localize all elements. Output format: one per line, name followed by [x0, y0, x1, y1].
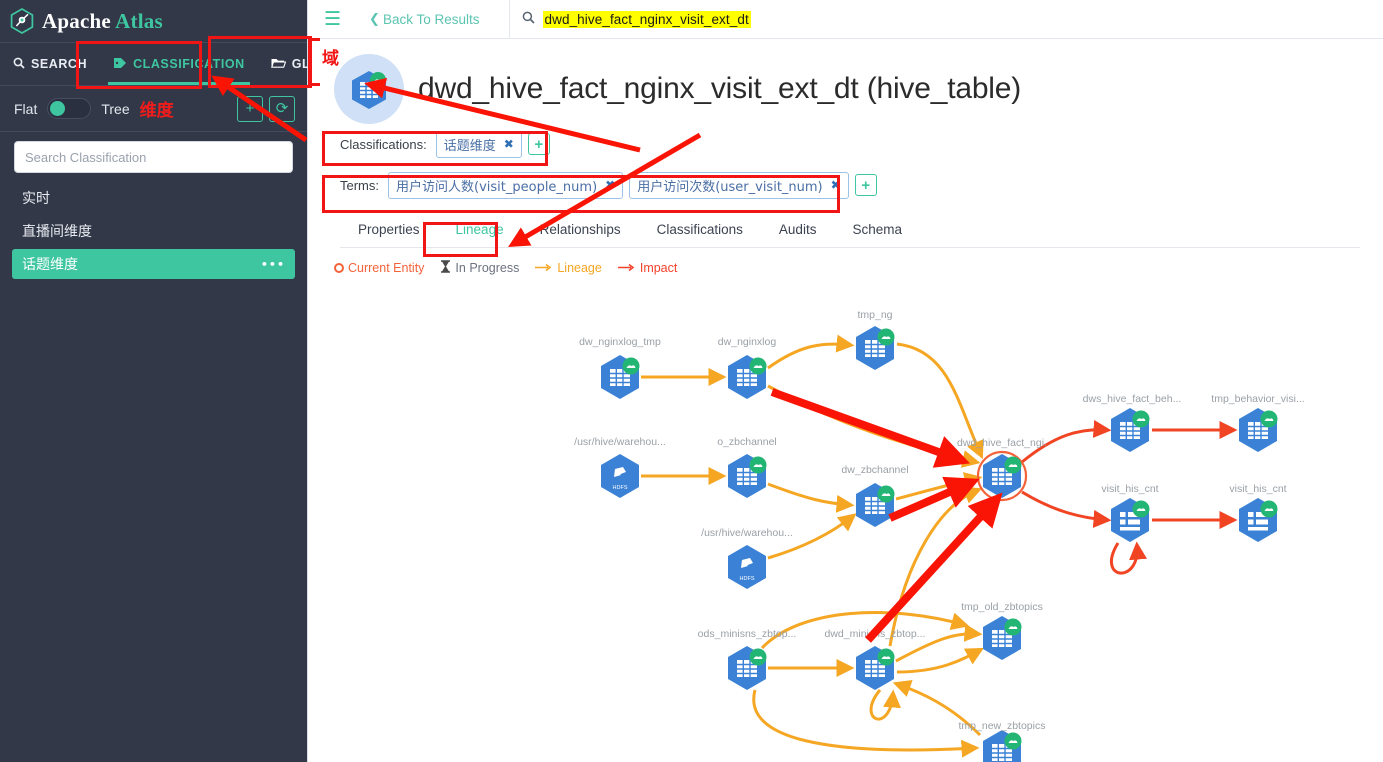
node-label: dw_nginxlog [717, 336, 777, 348]
terms-label: Terms: [340, 177, 379, 193]
hamburger-icon[interactable]: ☰ [320, 10, 345, 29]
legend-lineage-label: Lineage [557, 261, 602, 275]
lineage-legend: Current Entity In Progress Lineage Impac… [308, 248, 1383, 276]
sidebar-tab-classification-label: CLASSIFICATION [133, 57, 245, 71]
sidebar-tab-search[interactable]: SEARCH [0, 43, 100, 85]
term-chip[interactable]: 用户访问人数(visit_people_num) ✖ [388, 171, 624, 199]
folder-icon [270, 57, 287, 72]
legend-current-entity-label: Current Entity [348, 261, 425, 275]
tab-properties[interactable]: Properties [340, 215, 438, 247]
top-search-bar[interactable]: dwd_hive_fact_nginx_visit_ext_dt [508, 0, 1383, 39]
add-term-button[interactable]: + [854, 174, 877, 196]
node-label: ods_minisns_zbtop... [697, 628, 797, 640]
node-label-current: dwd_hive_fact_ngi. [957, 437, 1047, 449]
domain-annotation: 域 [322, 49, 339, 69]
list-item[interactable]: 直播间维度 [12, 216, 295, 246]
hourglass-icon [440, 260, 451, 276]
entity-tabs: Properties Lineage Relationships Classif… [340, 215, 1360, 248]
classification-list: 实时 直播间维度 话题维度 ••• [0, 177, 307, 279]
legend-in-progress-label: In Progress [455, 261, 520, 275]
sidebar-tab-classification[interactable]: CLASSIFICATION [100, 43, 258, 85]
sidebar-nav-tabs: SEARCH CLASSIFICATION GLOSSARY [0, 42, 365, 86]
toggle-knob [50, 101, 66, 116]
search-icon [522, 11, 535, 27]
classification-chip-label: 话题维度 [443, 138, 496, 154]
entity-header: dwd_hive_fact_nginx_visit_ext_dt (hive_t… [308, 39, 1383, 125]
close-icon[interactable]: ✖ [605, 178, 615, 192]
node-label: tmp_old_zbtopics [961, 601, 1043, 613]
legend-impact-label: Impact [639, 261, 678, 275]
atlas-logo-icon [10, 8, 34, 34]
hive-table-icon [334, 54, 404, 124]
classification-label: 实时 [22, 191, 50, 207]
legend-current-entity: Current Entity [334, 261, 424, 275]
tab-schema[interactable]: Schema [834, 215, 920, 247]
list-item[interactable]: 实时 [12, 183, 295, 213]
node-label: tmp_ng [857, 309, 893, 321]
classification-label: 话题维度 [22, 257, 78, 273]
node-label: dws_hive_fact_beh... [1082, 393, 1182, 405]
node-label: dw_zbchannel [841, 464, 909, 476]
node-label: visit_his_cnt [1229, 483, 1287, 495]
page-title: dwd_hive_fact_nginx_visit_ext_dt (hive_t… [418, 72, 1022, 105]
term-chip-label: 用户访问人数(visit_people_num) [396, 179, 598, 195]
classifications-row: Classifications: 话题维度 ✖ + [308, 129, 1383, 159]
add-classification-button[interactable]: + [237, 95, 263, 122]
node-label: dwd_minisns_zbtop... [824, 628, 926, 640]
arrow-right-icon [535, 261, 553, 275]
top-search-value: dwd_hive_fact_nginx_visit_ext_dt [542, 10, 751, 28]
classifications-label: Classifications: [340, 136, 427, 152]
term-chip-label: 用户访问次数(user_visit_num) [637, 179, 823, 195]
terms-row: Terms: 用户访问人数(visit_people_num) ✖ 用户访问次数… [308, 169, 1383, 201]
tab-relationships[interactable]: Relationships [522, 215, 639, 247]
search-icon [13, 57, 25, 72]
node-label: dw_nginxlog_tmp [579, 336, 661, 348]
close-icon[interactable]: ✖ [504, 137, 514, 151]
legend-lineage: Lineage [535, 261, 602, 275]
classification-search-wrap [0, 132, 307, 177]
tab-classifications[interactable]: Classifications [639, 215, 761, 247]
legend-in-progress: In Progress [440, 260, 519, 276]
legend-impact: Impact [617, 261, 678, 275]
sidebar-tab-search-label: SEARCH [31, 57, 88, 71]
add-classification-button[interactable]: + [527, 133, 550, 155]
sidebar: Apache Atlas SEARCH CLASSIFICATION GLOSS… [0, 0, 365, 762]
node-label: /usr/hive/warehou... [701, 527, 793, 539]
node-label: /usr/hive/warehou... [574, 436, 666, 448]
refresh-button[interactable]: ⟳ [269, 95, 295, 122]
brand-first: Apache [42, 8, 111, 33]
topbar: ☰ ❮ Back To Results dwd_hive_fact_nginx_… [308, 0, 1383, 39]
more-options-icon[interactable]: ••• [261, 258, 285, 271]
tag-icon [113, 57, 127, 72]
sidebar-dimension-annotation: 维度 [139, 101, 174, 121]
classification-label: 直播间维度 [22, 224, 92, 240]
toggle-left-label: Flat [14, 100, 38, 117]
close-icon[interactable]: ✖ [831, 178, 841, 192]
node-label: tmp_behavior_visi... [1211, 393, 1305, 405]
tab-lineage[interactable]: Lineage [438, 215, 522, 247]
brand: Apache Atlas [0, 0, 307, 42]
classification-chip[interactable]: 话题维度 ✖ [435, 130, 522, 158]
brand-text: Apache Atlas [42, 9, 163, 34]
chevron-left-icon: ❮ [369, 11, 380, 26]
back-to-results-link[interactable]: ❮ Back To Results [369, 11, 479, 27]
flat-tree-toggle[interactable] [47, 98, 92, 119]
arrow-right-icon [617, 261, 636, 275]
list-item-selected[interactable]: 话题维度 ••• [12, 249, 295, 279]
brand-second: Atlas [115, 8, 163, 33]
tab-audits[interactable]: Audits [761, 215, 835, 247]
sidebar-tool-buttons: + ⟳ [237, 95, 295, 122]
node-label: tmp_new_zbtopics [958, 720, 1046, 732]
toggle-right-label: Tree [101, 100, 130, 117]
search-classification-input[interactable] [14, 141, 293, 173]
current-entity-ring-icon [334, 263, 344, 273]
node-label: o_zbchannel [717, 436, 777, 448]
node-label: visit_his_cnt [1101, 483, 1159, 495]
term-chip[interactable]: 用户访问次数(user_visit_num) ✖ [629, 171, 849, 199]
sidebar-toolbar: Flat Tree 维度 + ⟳ [0, 86, 307, 132]
back-to-results-label: Back To Results [382, 11, 480, 27]
main-content: ☰ ❮ Back To Results dwd_hive_fact_nginx_… [308, 0, 1383, 762]
